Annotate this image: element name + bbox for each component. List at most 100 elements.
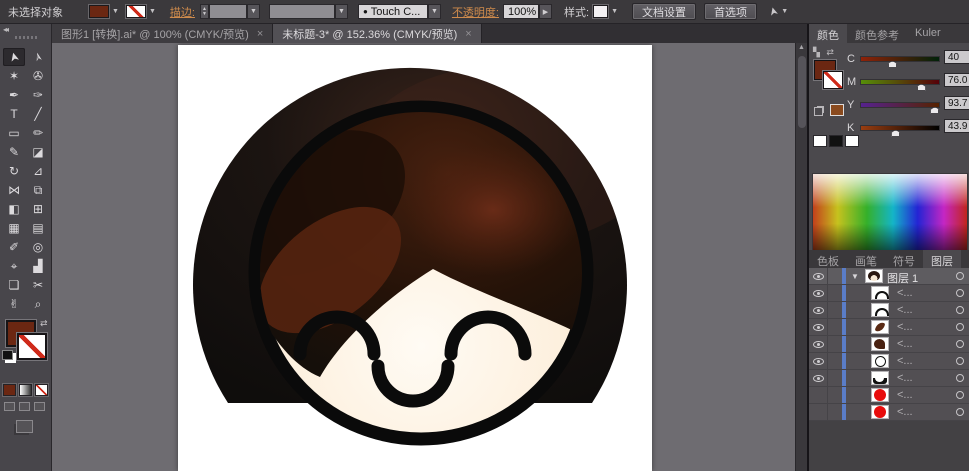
lasso-tool[interactable]: ✇ <box>27 67 49 85</box>
layer-group-row[interactable]: ▼ 图层 1 <box>809 268 969 285</box>
channel-value-field[interactable]: 43.9 <box>944 119 969 133</box>
tools-grip-handle[interactable] <box>15 36 37 39</box>
layer-name[interactable]: <... <box>897 304 913 316</box>
layer-target-icon[interactable] <box>956 272 964 280</box>
blend-tool[interactable]: ◎ <box>27 238 49 256</box>
style-swatch[interactable] <box>593 5 608 18</box>
brush-definition-dropdown[interactable]: ▼ <box>428 4 441 19</box>
color-panel-tab[interactable]: 颜色参考 <box>847 24 907 43</box>
layer-name[interactable]: <... <box>897 287 913 299</box>
doc-tab[interactable]: 图形1 [转换].ai* @ 100% (CMYK/预览)× <box>52 24 273 43</box>
layer-row[interactable]: <... <box>809 336 969 353</box>
paintbrush-tool[interactable]: ✏ <box>27 124 49 142</box>
magic-wand-tool[interactable]: ✶ <box>3 67 25 85</box>
dock-tab-图层[interactable]: 图层 <box>923 250 961 268</box>
layer-name[interactable]: <... <box>897 321 913 333</box>
fill-color-swatch[interactable] <box>89 5 109 18</box>
slider-track[interactable] <box>860 79 940 85</box>
layer-thumbnail[interactable] <box>871 354 889 368</box>
variable-width-profile-dropdown[interactable]: ▼ <box>335 4 348 19</box>
dock-tab-色板[interactable]: 色板 <box>809 250 847 268</box>
slider-handle[interactable] <box>891 130 900 137</box>
channel-value-field[interactable]: 76.0 <box>944 73 969 87</box>
dock-tab-画笔[interactable]: 画笔 <box>847 250 885 268</box>
layer-row[interactable]: <... <box>809 370 969 387</box>
column-graph-tool[interactable]: ▟ <box>27 257 49 275</box>
channel-value-field[interactable]: 93.7 <box>944 96 969 110</box>
eraser-tool[interactable]: ◪ <box>27 143 49 161</box>
layer-name[interactable]: <... <box>897 372 913 384</box>
expand-triangle-icon[interactable]: ▼ <box>851 272 859 281</box>
layer-row[interactable]: <... <box>809 285 969 302</box>
none-swatch[interactable] <box>813 135 827 147</box>
layer-thumbnail[interactable] <box>871 371 889 385</box>
collapse-panel-icon[interactable]: ◂◂ <box>3 25 7 34</box>
layer-target-icon[interactable] <box>956 340 964 348</box>
pencil-tool[interactable]: ✎ <box>3 143 25 161</box>
layer-thumbnail[interactable] <box>871 405 889 419</box>
layer-row[interactable]: <... <box>809 302 969 319</box>
layer-thumbnail[interactable] <box>871 388 889 402</box>
doc-tab-close-button[interactable]: × <box>465 28 471 40</box>
layer-target-icon[interactable] <box>956 323 964 331</box>
stroke-weight-field[interactable] <box>209 4 247 19</box>
stroke-weight-stepper[interactable]: ▲▼ <box>200 4 209 19</box>
layer-target-icon[interactable] <box>956 374 964 382</box>
scale-tool[interactable]: ⊿ <box>27 162 49 180</box>
layer-row[interactable]: <... <box>809 387 969 404</box>
layer-name[interactable]: <... <box>897 389 913 401</box>
artboard-tool[interactable]: ❏ <box>3 276 25 294</box>
layer-row[interactable]: <... <box>809 319 969 336</box>
workspace-cursor-icon[interactable]: ➤ <box>766 5 781 17</box>
layer-thumbnail[interactable] <box>871 337 889 351</box>
draw-behind-button[interactable] <box>19 402 30 411</box>
line-segment-tool[interactable]: ╱ <box>27 105 49 123</box>
eye-icon[interactable] <box>813 375 824 382</box>
hand-tool[interactable]: ✌ <box>3 295 25 313</box>
pen-tool[interactable]: ✒ <box>3 86 25 104</box>
screen-mode-button[interactable] <box>16 420 33 433</box>
free-transform-tool[interactable]: ⧉ <box>27 181 49 199</box>
doc-tab[interactable]: 未标题-3* @ 152.36% (CMYK/预览)× <box>273 24 481 43</box>
stroke-dropdown-icon[interactable]: ▼ <box>149 8 156 15</box>
none-mode-button[interactable] <box>35 384 48 396</box>
draw-normal-button[interactable] <box>4 402 15 411</box>
zoom-tool[interactable]: ⌕ <box>27 295 49 313</box>
stroke-weight-dropdown[interactable]: ▼ <box>247 4 260 19</box>
eyedropper-tool[interactable]: ✐ <box>3 238 25 256</box>
swap-fill-stroke-icon[interactable]: ⇄ <box>40 318 48 329</box>
rotate-tool[interactable]: ↻ <box>3 162 25 180</box>
slider-track[interactable] <box>860 102 940 108</box>
layer-row[interactable]: <... <box>809 353 969 370</box>
slider-handle[interactable] <box>930 107 939 114</box>
stroke-proxy-swatch[interactable] <box>17 333 47 360</box>
color-panel-tab[interactable]: Kuler <box>907 24 949 43</box>
white-swatch[interactable] <box>845 135 859 147</box>
direct-selection-tool[interactable]: ➢ <box>27 48 49 66</box>
doc-tab-close-button[interactable]: × <box>257 28 263 40</box>
slider-handle[interactable] <box>888 61 897 68</box>
workspace-dropdown-icon[interactable]: ▼ <box>781 8 788 15</box>
shape-builder-tool[interactable]: ◧ <box>3 200 25 218</box>
mesh-tool[interactable]: ▦ <box>3 219 25 237</box>
opacity-field[interactable]: 100% <box>503 4 539 19</box>
layer-target-icon[interactable] <box>956 391 964 399</box>
layer-row[interactable]: <... <box>809 404 969 421</box>
layer-thumbnail[interactable] <box>871 303 889 317</box>
gradient-tool[interactable]: ▤ <box>27 219 49 237</box>
layer-target-icon[interactable] <box>956 408 964 416</box>
style-dropdown-icon[interactable]: ▼ <box>611 8 618 15</box>
dock-tab-符号[interactable]: 符号 <box>885 250 923 268</box>
layer-thumbnail[interactable] <box>871 286 889 300</box>
symbol-sprayer-tool[interactable]: ⌖ <box>3 257 25 275</box>
gradient-mode-button[interactable] <box>19 384 32 396</box>
selection-tool[interactable]: ➤ <box>3 48 25 66</box>
layer-name[interactable]: 图层 1 <box>887 270 918 286</box>
color-panel-tab[interactable]: 颜色 <box>809 24 847 43</box>
scroll-up-icon[interactable]: ▲ <box>796 44 807 51</box>
layer-thumbnail[interactable] <box>865 269 883 283</box>
type-tool[interactable]: T <box>3 105 25 123</box>
width-tool[interactable]: ⋈ <box>3 181 25 199</box>
vertical-scrollbar[interactable]: ▲ <box>795 43 807 471</box>
layer-thumbnail[interactable] <box>871 320 889 334</box>
